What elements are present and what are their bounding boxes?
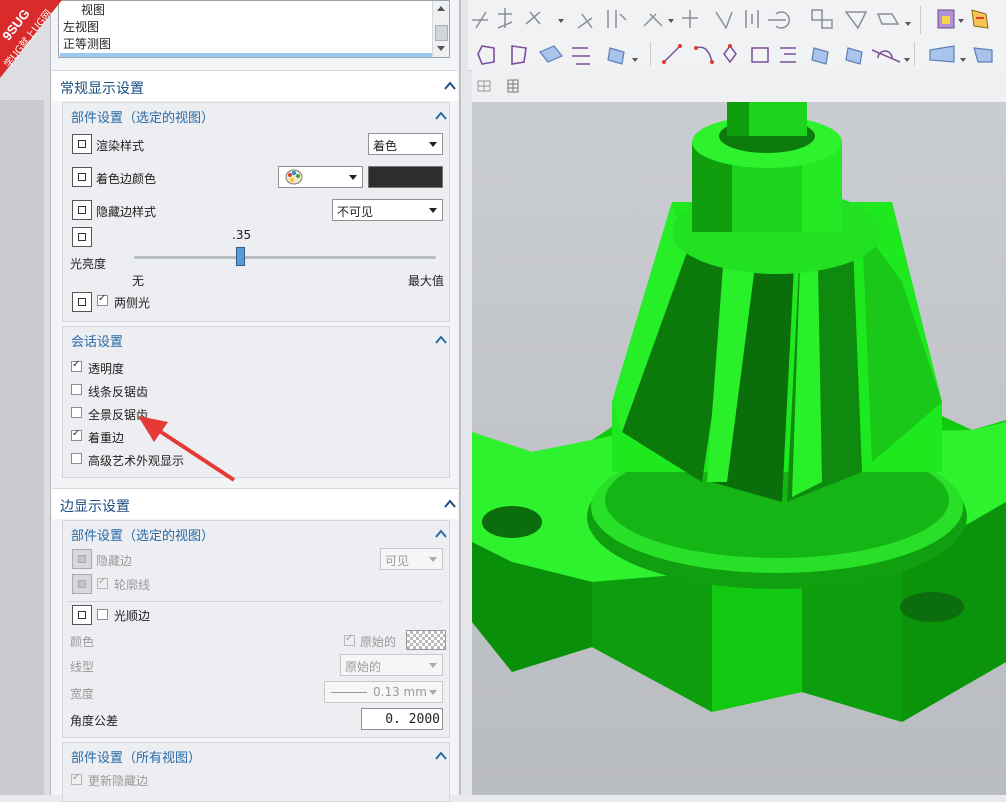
silhouette-label: 轮廓线 bbox=[114, 578, 151, 592]
chevron-down-icon bbox=[429, 142, 437, 147]
palette-icon bbox=[285, 169, 303, 185]
collapse-chevron-icon[interactable] bbox=[435, 110, 447, 122]
width-label: 宽度 bbox=[70, 687, 95, 701]
collapse-chevron-icon[interactable] bbox=[435, 528, 447, 540]
left-edge-panel bbox=[0, 0, 50, 795]
lock-toggle-button[interactable] bbox=[72, 134, 92, 154]
edge-color-swatch[interactable] bbox=[368, 166, 443, 188]
grid-icon[interactable] bbox=[506, 78, 522, 94]
lock-toggle-button[interactable] bbox=[72, 200, 92, 220]
annotation-arrow-icon bbox=[138, 416, 236, 482]
list-scrollbar[interactable] bbox=[432, 1, 449, 57]
collapse-chevron-icon[interactable] bbox=[444, 80, 456, 92]
chevron-down-icon bbox=[429, 663, 437, 668]
smooth-edge-checkbox[interactable] bbox=[97, 609, 108, 620]
input-value: 0. 2000 bbox=[385, 712, 440, 727]
line-width-dropdown: 0.13 mm bbox=[324, 681, 443, 703]
group-title: 部件设置（选定的视图） bbox=[71, 111, 215, 126]
light-intensity-label: 光亮度 bbox=[70, 257, 107, 271]
group-title: 会话设置 bbox=[71, 335, 124, 350]
slider-value-text: .35 bbox=[232, 228, 252, 242]
emphasize-edges-label: 着重边 bbox=[88, 431, 125, 445]
hidden-edge-dropdown: 可见 bbox=[380, 548, 443, 570]
toolbar-icons bbox=[477, 42, 993, 66]
lock-toggle-button[interactable] bbox=[72, 292, 92, 312]
full-scene-antialias-checkbox[interactable] bbox=[71, 407, 82, 418]
two-sided-light-checkbox[interactable] bbox=[97, 293, 108, 306]
light-intensity-slider-thumb[interactable] bbox=[235, 247, 245, 266]
toolbar-icons bbox=[472, 6, 989, 34]
shaded-edge-color-label: 着色边颜色 bbox=[96, 172, 157, 186]
scroll-up-icon[interactable] bbox=[437, 6, 445, 11]
update-hidden-edge-label: 更新隐藏边 bbox=[88, 774, 149, 788]
lock-toggle-button bbox=[72, 549, 92, 569]
dropdown-value: 着色 bbox=[373, 139, 398, 153]
group-title: 部件设置（所有视图） bbox=[71, 751, 202, 766]
color-picker-dropdown[interactable] bbox=[278, 166, 363, 188]
dropdown-value: 原始的 bbox=[345, 660, 382, 674]
general-display-settings-header[interactable]: 常规显示设置 bbox=[52, 70, 458, 101]
light-intensity-slider-track[interactable] bbox=[134, 256, 436, 259]
edge-display-settings-header[interactable]: 边显示设置 bbox=[52, 488, 458, 519]
scroll-thumb[interactable] bbox=[435, 25, 448, 41]
collapse-chevron-icon[interactable] bbox=[435, 750, 447, 762]
lock-toggle-button[interactable] bbox=[72, 227, 92, 247]
line-antialias-checkbox[interactable] bbox=[71, 384, 82, 395]
section-title: 常规显示设置 bbox=[60, 81, 144, 97]
chevron-down-icon bbox=[349, 175, 357, 180]
chevron-down-icon bbox=[429, 557, 437, 562]
hidden-edge-label: 隐藏边 bbox=[96, 554, 133, 568]
collapse-chevron-icon[interactable] bbox=[444, 498, 456, 510]
line-type-label: 线型 bbox=[70, 660, 95, 674]
group-title: 部件设置（选定的视图） bbox=[71, 529, 215, 544]
render-style-label: 渲染样式 bbox=[96, 139, 145, 153]
dropdown-value: 可见 bbox=[385, 554, 410, 568]
slider-min-label: 无 bbox=[132, 274, 145, 288]
hidden-edge-style-dropdown[interactable]: 不可见 bbox=[332, 199, 443, 221]
update-hidden-edge-checkbox bbox=[71, 772, 82, 785]
transparency-label: 透明度 bbox=[88, 362, 125, 376]
chevron-down-icon bbox=[429, 208, 437, 213]
view-tabs-strip bbox=[472, 70, 1006, 102]
angle-tolerance-label: 角度公差 bbox=[70, 714, 119, 728]
line-sample bbox=[331, 692, 367, 693]
original-label: 原始的 bbox=[360, 635, 397, 649]
line-antialias-label: 线条反锯齿 bbox=[88, 385, 149, 399]
original-color-checkbox bbox=[344, 633, 355, 646]
transparency-checkbox[interactable] bbox=[71, 359, 82, 372]
advanced-studio-display-checkbox[interactable] bbox=[71, 453, 82, 464]
graphics-window[interactable] bbox=[472, 70, 1006, 795]
divider bbox=[68, 601, 442, 602]
part-model-3d-view[interactable] bbox=[472, 102, 1006, 795]
view-icon[interactable] bbox=[476, 78, 494, 94]
9sug-watermark-logo: 9SUG 学UG就上UG网 bbox=[0, 0, 62, 78]
angle-tolerance-input[interactable]: 0. 2000 bbox=[361, 708, 443, 730]
smooth-edge-label: 光顺边 bbox=[114, 609, 151, 623]
lock-toggle-button[interactable] bbox=[72, 605, 92, 625]
two-sided-light-label: 两侧光 bbox=[114, 296, 151, 310]
silhouette-checkbox bbox=[97, 576, 108, 589]
emphasize-edges-checkbox[interactable] bbox=[71, 428, 82, 441]
section-title: 边显示设置 bbox=[60, 499, 130, 515]
top-toolbar-row bbox=[468, 0, 1006, 38]
chevron-down-icon bbox=[429, 690, 437, 695]
scroll-down-icon[interactable] bbox=[437, 46, 445, 51]
second-toolbar-row bbox=[468, 38, 1006, 71]
dropdown-value: 不可见 bbox=[337, 205, 374, 219]
line-type-dropdown: 原始的 bbox=[340, 654, 443, 676]
color-swatch bbox=[406, 630, 446, 650]
collapse-chevron-icon[interactable] bbox=[435, 334, 447, 346]
slider-max-label: 最大值 bbox=[408, 274, 445, 288]
lock-toggle-button bbox=[72, 574, 92, 594]
render-style-dropdown[interactable]: 着色 bbox=[368, 133, 443, 155]
color-label: 颜色 bbox=[70, 635, 95, 649]
dropdown-value: 0.13 mm bbox=[373, 685, 427, 699]
lock-toggle-button[interactable] bbox=[72, 167, 92, 187]
hidden-edge-style-label: 隐藏边样式 bbox=[96, 205, 157, 219]
